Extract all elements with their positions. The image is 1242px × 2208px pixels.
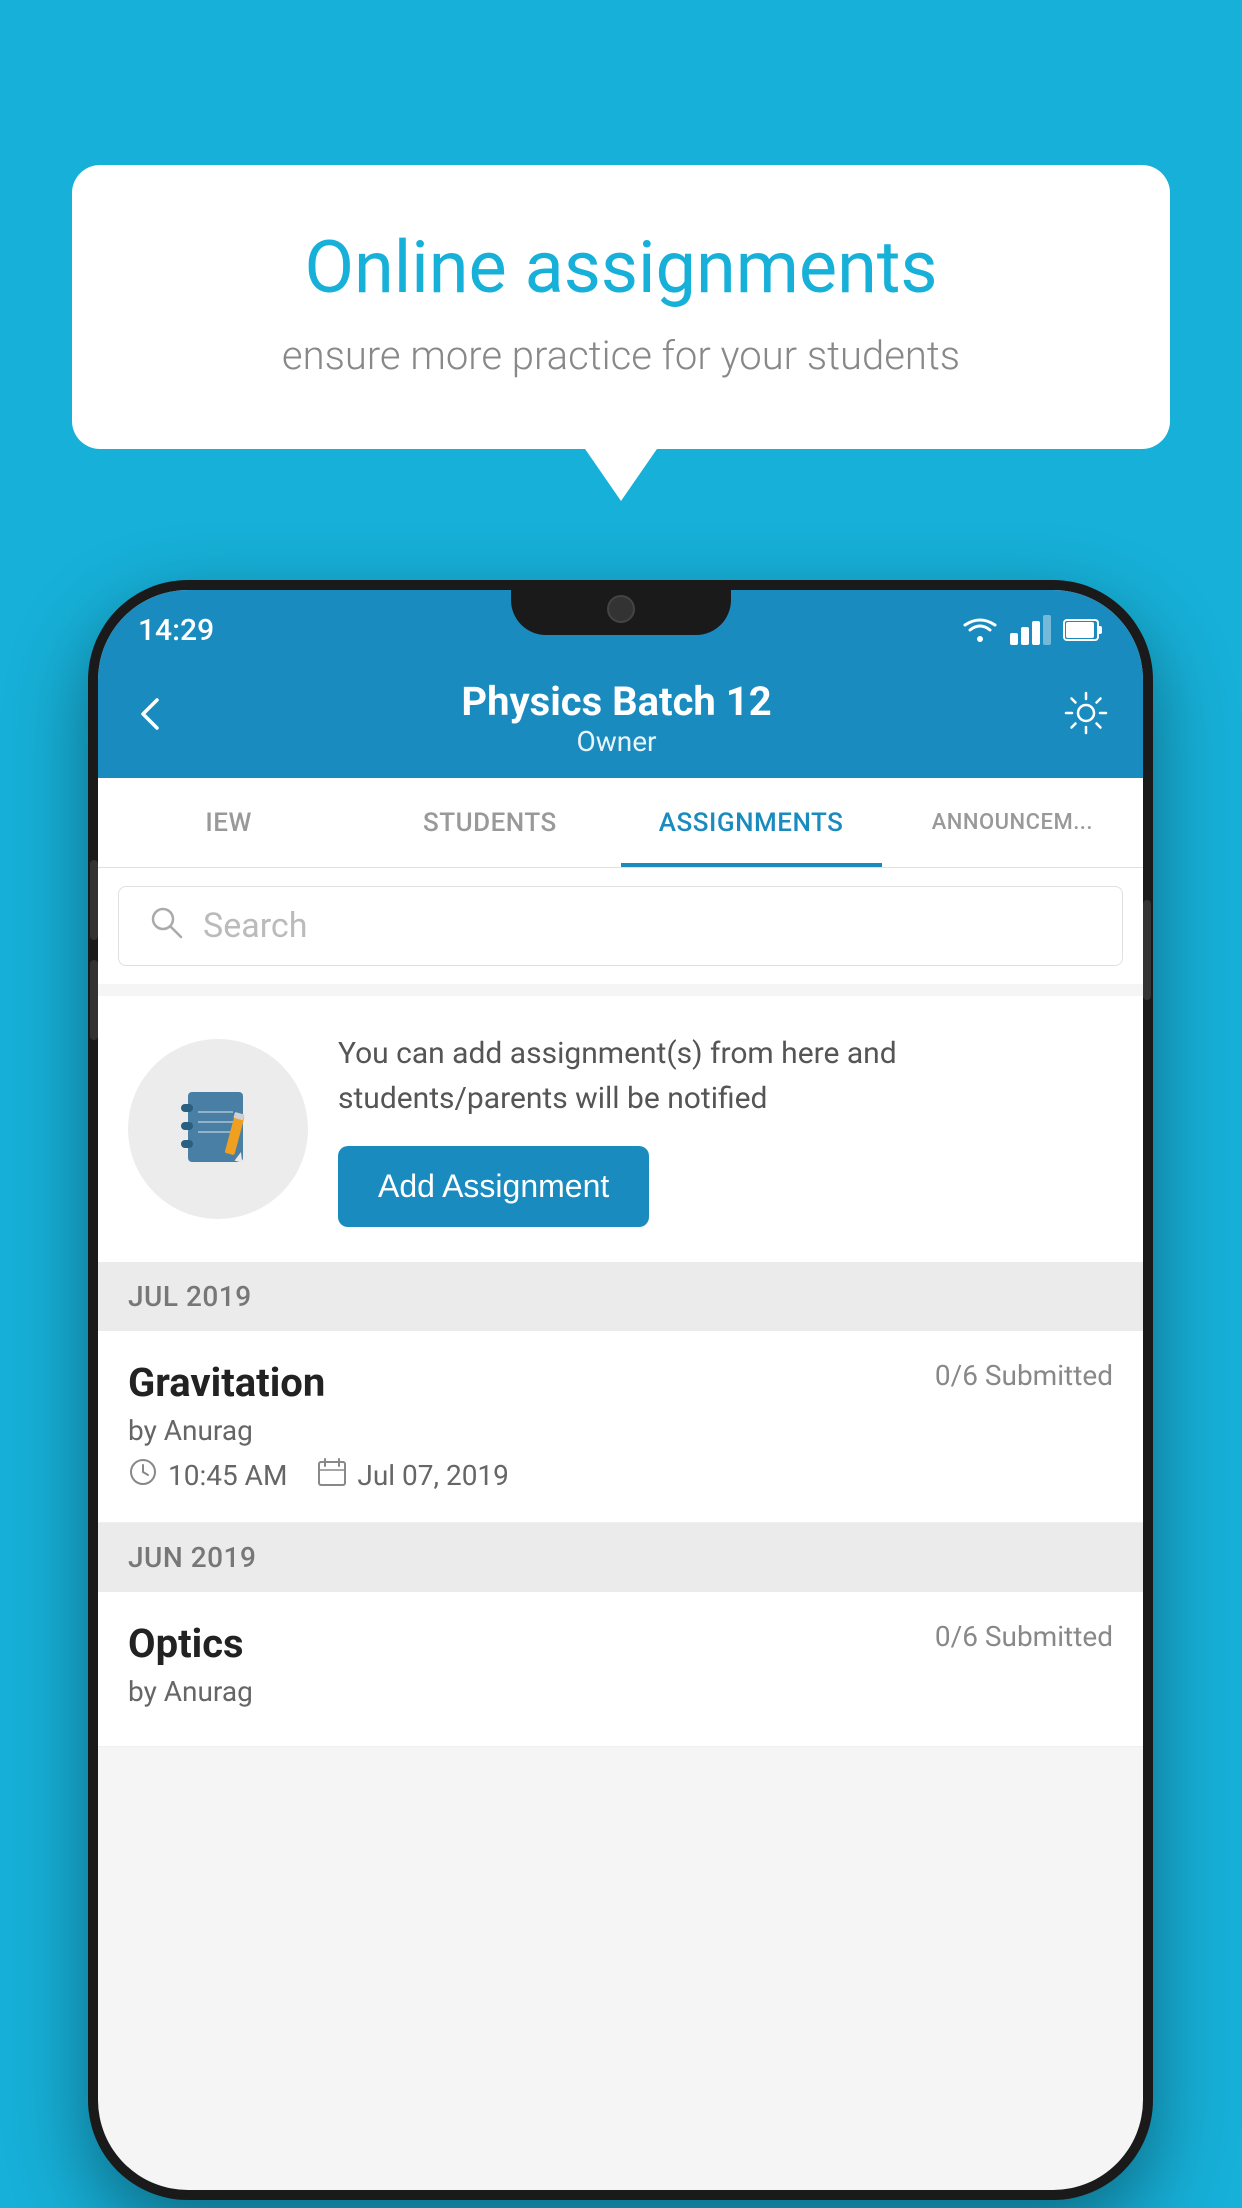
assignment-author: by Anurag — [128, 1414, 1113, 1447]
power-button — [1143, 900, 1151, 1000]
assignment-item-gravitation[interactable]: Gravitation 0/6 Submitted by Anurag — [98, 1331, 1143, 1523]
assignment-item-optics[interactable]: Optics 0/6 Submitted by Anurag — [98, 1592, 1143, 1747]
tab-assignments[interactable]: ASSIGNMENTS — [621, 778, 882, 867]
assignment-meta: 10:45 AM Jul 07, 2019 — [128, 1457, 1113, 1494]
bubble-title: Online assignments — [142, 225, 1100, 310]
search-placeholder: Search — [203, 906, 307, 946]
assignment-card-right: You can add assignment(s) from here and … — [338, 1031, 1113, 1227]
header-center: Physics Batch 12 Owner — [461, 678, 771, 758]
date-value: Jul 07, 2019 — [357, 1459, 509, 1492]
assignment-icon-circle — [128, 1039, 308, 1219]
optics-author: by Anurag — [128, 1675, 1113, 1708]
assignment-card-description: You can add assignment(s) from here and … — [338, 1031, 1113, 1121]
tab-students[interactable]: STUDENTS — [359, 778, 620, 867]
tabs-bar: IEW STUDENTS ASSIGNMENTS ANNOUNCEM... — [98, 778, 1143, 868]
speech-bubble: Online assignments ensure more practice … — [72, 165, 1170, 449]
section-jun-2019: JUN 2019 — [98, 1523, 1143, 1592]
volume-down-button — [90, 960, 98, 1040]
signal-icon — [1010, 615, 1051, 645]
section-jul-2019: JUL 2019 — [98, 1262, 1143, 1331]
status-icons — [962, 615, 1103, 645]
phone-screen: 14:29 — [98, 590, 1143, 2190]
battery-icon — [1063, 619, 1103, 641]
notch — [511, 580, 731, 635]
phone-frame: 14:29 — [88, 580, 1153, 2200]
content-area: Search — [98, 868, 1143, 1747]
calendar-icon — [317, 1457, 347, 1494]
back-button[interactable] — [133, 694, 169, 743]
search-icon — [149, 905, 183, 948]
date-meta: Jul 07, 2019 — [317, 1457, 509, 1494]
time-value: 10:45 AM — [168, 1459, 287, 1492]
tab-announcements[interactable]: ANNOUNCEM... — [882, 778, 1143, 867]
camera — [607, 595, 635, 623]
add-assignment-button[interactable]: Add Assignment — [338, 1146, 649, 1227]
submitted-count: 0/6 Submitted — [935, 1359, 1113, 1392]
status-time: 14:29 — [138, 613, 214, 648]
volume-up-button — [90, 860, 98, 940]
settings-button[interactable] — [1064, 691, 1108, 745]
app-header: Physics Batch 12 Owner — [98, 658, 1143, 778]
optics-item-top: Optics 0/6 Submitted — [128, 1620, 1113, 1667]
search-bar[interactable]: Search — [118, 886, 1123, 966]
assignment-item-top: Gravitation 0/6 Submitted — [128, 1359, 1113, 1406]
assignment-title: Gravitation — [128, 1359, 325, 1406]
add-assignment-card: You can add assignment(s) from here and … — [98, 996, 1143, 1262]
optics-title: Optics — [128, 1620, 244, 1667]
header-title: Physics Batch 12 — [461, 678, 771, 725]
bubble-subtitle: ensure more practice for your students — [142, 332, 1100, 379]
clock-icon — [128, 1457, 158, 1494]
time-meta: 10:45 AM — [128, 1457, 287, 1494]
wifi-icon — [962, 616, 998, 644]
header-subtitle: Owner — [461, 725, 771, 758]
optics-submitted: 0/6 Submitted — [935, 1620, 1113, 1653]
tab-iew[interactable]: IEW — [98, 778, 359, 867]
notebook-icon — [173, 1084, 263, 1174]
search-container: Search — [98, 868, 1143, 984]
